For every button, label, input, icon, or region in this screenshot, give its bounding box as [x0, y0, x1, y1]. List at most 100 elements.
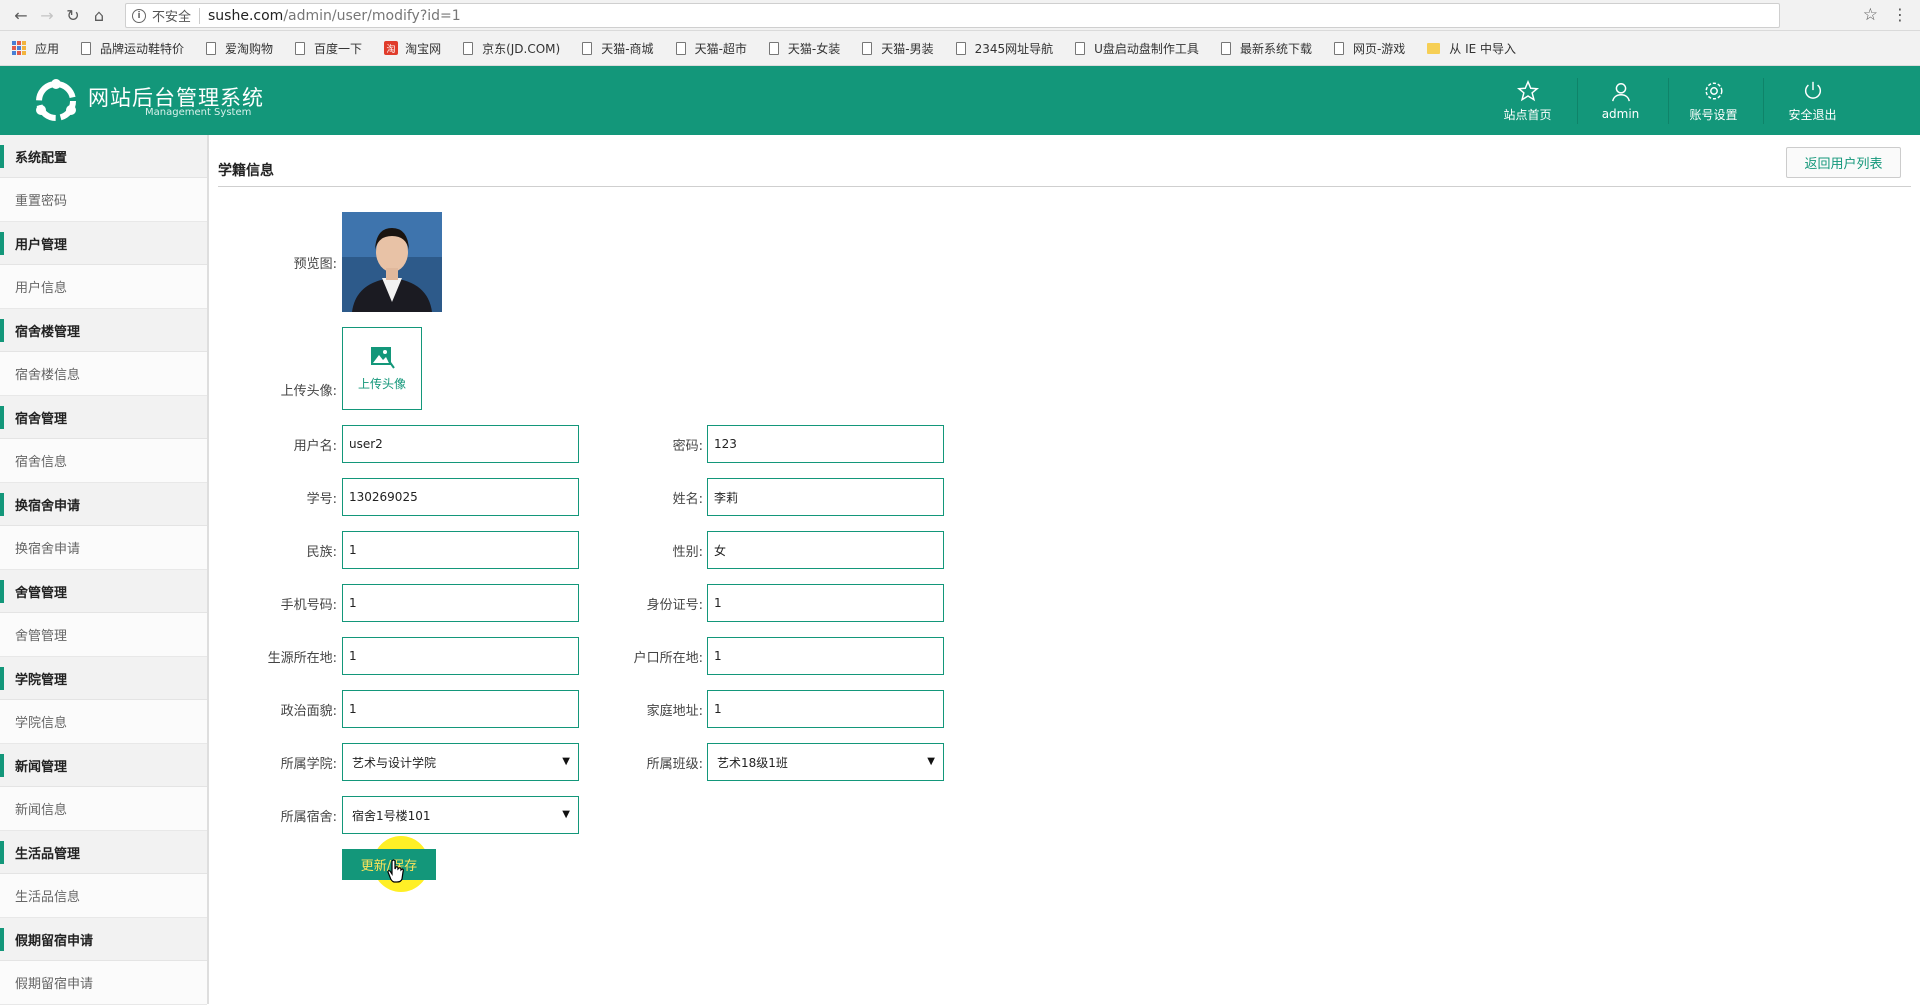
- phone-input[interactable]: 1: [342, 584, 579, 622]
- bookmark-item[interactable]: 爱淘购物: [206, 40, 273, 57]
- gender-input[interactable]: 女: [707, 531, 944, 569]
- sidebar-item-dorm-change[interactable]: 换宿舍申请: [0, 526, 207, 570]
- sidebar-group-dorms[interactable]: 宿舍管理: [0, 396, 207, 439]
- id-card-label: 身份证号:: [646, 598, 703, 613]
- browser-toolbar: ← → ↻ ⌂ i 不安全 sushe.com/admin/user/modif…: [0, 0, 1920, 31]
- home-icon[interactable]: ⌂: [86, 2, 112, 28]
- sidebar-group-buildings[interactable]: 宿舍楼管理: [0, 309, 207, 352]
- ethnicity-input[interactable]: 1: [342, 531, 579, 569]
- sidebar-group-dorm-change[interactable]: 换宿舍申请: [0, 483, 207, 526]
- sidebar-item-dorm-info[interactable]: 宿舍信息: [0, 439, 207, 483]
- sidebar-item-reset-password[interactable]: 重置密码: [0, 178, 207, 222]
- password-label: 密码:: [672, 439, 703, 454]
- name-input[interactable]: 李莉: [707, 478, 944, 516]
- sidebar-item-college-info[interactable]: 学院信息: [0, 700, 207, 744]
- address-input[interactable]: 1: [707, 690, 944, 728]
- taobao-icon: 淘: [384, 41, 399, 55]
- bookmark-item[interactable]: 网页-游戏: [1333, 40, 1405, 57]
- sidebar-group-supplies[interactable]: 生活品管理: [0, 831, 207, 874]
- page-icon: [1075, 41, 1086, 55]
- student-id-input[interactable]: 130269025: [342, 478, 579, 516]
- browser-menu-icon[interactable]: ⋮: [1892, 5, 1908, 24]
- page-icon: [582, 41, 593, 55]
- sidebar-group-holiday-stay[interactable]: 假期留宿申请: [0, 918, 207, 961]
- origin-label: 生源所在地:: [267, 651, 337, 666]
- info-icon[interactable]: i: [132, 8, 146, 23]
- sidebar-group-users[interactable]: 用户管理: [0, 222, 207, 265]
- bookmark-item[interactable]: 2345网址导航: [955, 40, 1053, 57]
- sidebar-item-user-info[interactable]: 用户信息: [0, 265, 207, 309]
- household-input[interactable]: 1: [707, 637, 944, 675]
- avatar-preview: [342, 212, 442, 312]
- bookmark-apps[interactable]: 应用: [12, 40, 59, 57]
- folder-icon: [1427, 42, 1441, 54]
- forward-arrow-icon[interactable]: →: [34, 2, 60, 28]
- sidebar-item-news-info[interactable]: 新闻信息: [0, 787, 207, 831]
- bookmark-item[interactable]: 品牌运动鞋特价: [81, 40, 184, 57]
- star-icon: [1516, 79, 1539, 101]
- back-arrow-icon[interactable]: ←: [8, 2, 34, 28]
- page-icon: [1333, 41, 1344, 55]
- password-input[interactable]: 123: [707, 425, 944, 463]
- bookmark-item[interactable]: 百度一下: [295, 40, 362, 57]
- upload-avatar-button[interactable]: 上传头像: [342, 327, 422, 410]
- sidebar-item-supplies-info[interactable]: 生活品信息: [0, 874, 207, 918]
- household-label: 户口所在地:: [633, 651, 703, 666]
- page-title: 学籍信息: [218, 163, 274, 179]
- class-select[interactable]: 艺术18级1班 ▼: [707, 743, 944, 781]
- main-content: 学籍信息 返回用户列表 预览图: 上传头像: 上传头像 用户名: user2 密…: [209, 135, 1920, 1004]
- bookmark-item[interactable]: 天猫-男装: [862, 40, 934, 57]
- bookmark-item[interactable]: 京东(JD.COM): [463, 40, 560, 57]
- bookmark-item[interactable]: 天猫-商城: [582, 40, 654, 57]
- sidebar-item-building-info[interactable]: 宿舍楼信息: [0, 352, 207, 396]
- nav-admin[interactable]: admin: [1574, 66, 1667, 135]
- politics-label: 政治面貌:: [280, 704, 337, 719]
- url-path: /admin/user/modify?id=1: [283, 7, 461, 24]
- politics-input[interactable]: 1: [342, 690, 579, 728]
- address-bar[interactable]: i 不安全 sushe.com/admin/user/modify?id=1: [125, 3, 1780, 28]
- sidebar: 系统配置 重置密码 用户管理 用户信息 宿舍楼管理 宿舍楼信息 宿舍管理 宿舍信…: [0, 135, 209, 1005]
- app-header: 网站后台管理系统 Management System 站点首页 admin 账号…: [0, 66, 1920, 135]
- logo-icon: [36, 79, 76, 121]
- nav-site-home[interactable]: 站点首页: [1481, 66, 1574, 135]
- dorm-label: 所属宿舍:: [280, 810, 337, 825]
- reload-icon[interactable]: ↻: [60, 2, 86, 28]
- sidebar-item-holiday-stay[interactable]: 假期留宿申请: [0, 961, 207, 1005]
- page-icon: [862, 41, 873, 55]
- hand-cursor-icon: [387, 859, 404, 883]
- id-card-input[interactable]: 1: [707, 584, 944, 622]
- sidebar-group-news[interactable]: 新闻管理: [0, 744, 207, 787]
- sidebar-group-colleges[interactable]: 学院管理: [0, 657, 207, 700]
- insecure-label: 不安全: [152, 10, 192, 25]
- back-to-user-list-button[interactable]: 返回用户列表: [1786, 147, 1901, 178]
- page-icon: [955, 41, 966, 55]
- bookmark-item[interactable]: 最新系统下载: [1220, 40, 1312, 57]
- bookmark-item[interactable]: U盘启动盘制作工具: [1075, 40, 1199, 57]
- title-divider: [218, 186, 1911, 187]
- avatar-photo: [342, 212, 442, 312]
- bookmark-item[interactable]: 淘淘宝网: [384, 40, 441, 57]
- sidebar-group-system[interactable]: 系统配置: [0, 135, 207, 178]
- page-icon: [295, 41, 306, 55]
- upload-label: 上传头像:: [280, 384, 337, 399]
- bookmarks-bar: 应用 品牌运动鞋特价 爱淘购物 百度一下 淘淘宝网 京东(JD.COM) 天猫-…: [0, 31, 1920, 66]
- dropdown-caret-icon: ▼: [562, 756, 570, 767]
- bookmark-star-icon[interactable]: ☆: [1863, 5, 1878, 25]
- phone-label: 手机号码:: [280, 598, 337, 613]
- page-icon: [1220, 41, 1231, 55]
- origin-input[interactable]: 1: [342, 637, 579, 675]
- nav-logout[interactable]: 安全退出: [1766, 66, 1859, 135]
- sidebar-group-managers[interactable]: 舍管管理: [0, 570, 207, 613]
- gear-icon: [1704, 81, 1723, 100]
- college-label: 所属学院:: [280, 757, 337, 772]
- nav-account-settings[interactable]: 账号设置: [1667, 66, 1760, 135]
- name-label: 姓名:: [672, 492, 703, 507]
- page-icon: [81, 41, 92, 55]
- username-input[interactable]: user2: [342, 425, 579, 463]
- college-select[interactable]: 艺术与设计学院 ▼: [342, 743, 579, 781]
- sidebar-item-managers[interactable]: 舍管管理: [0, 613, 207, 657]
- bookmark-folder[interactable]: 从 IE 中导入: [1427, 40, 1516, 57]
- bookmark-item[interactable]: 天猫-超市: [675, 40, 747, 57]
- bookmark-item[interactable]: 天猫-女装: [768, 40, 840, 57]
- dorm-select[interactable]: 宿舍1号楼101 ▼: [342, 796, 579, 834]
